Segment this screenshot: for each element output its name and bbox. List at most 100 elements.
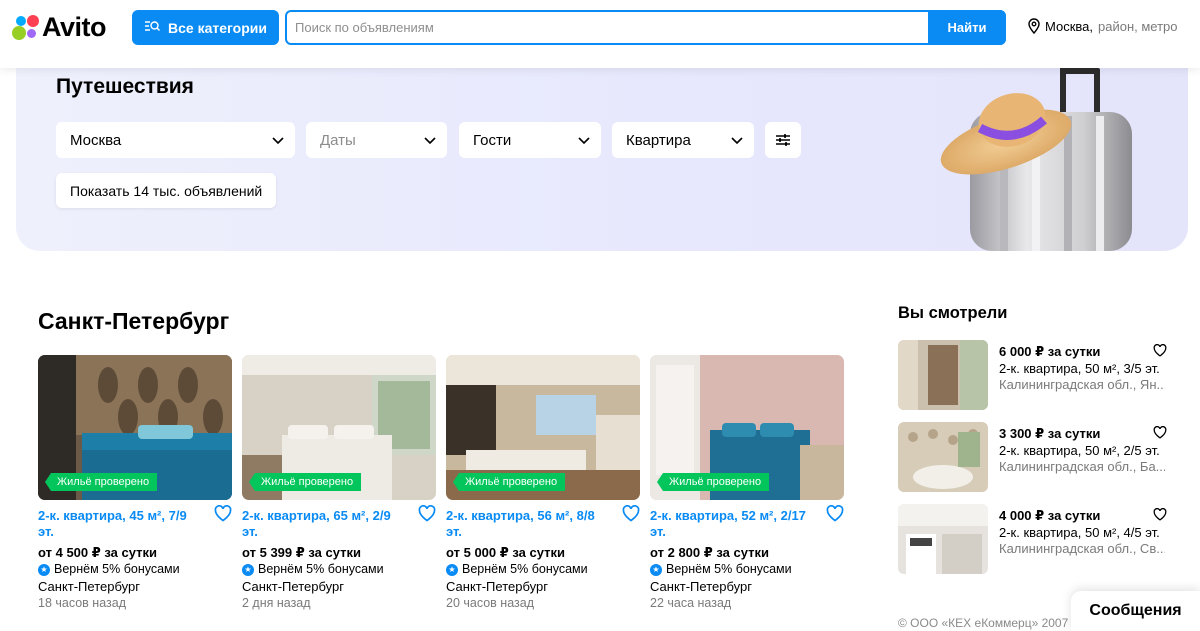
listing-city: Санкт-Петербург — [38, 579, 140, 594]
city-filter[interactable]: Москва — [56, 122, 295, 158]
recent-desc: 2-к. квартира, 50 м², 4/5 эт. — [999, 525, 1160, 540]
bonus-icon: ★ — [650, 563, 662, 576]
recent-thumb[interactable] — [898, 340, 988, 410]
listing-photo[interactable]: Жильё проверено — [38, 355, 232, 500]
listing-city: Санкт-Петербург — [446, 579, 548, 594]
listing-title[interactable]: 2-к. квартира, 45 м², 7/9 эт. — [38, 508, 198, 540]
listing-card[interactable]: Жильё проверено 2-к. квартира, 45 м², 7/… — [38, 355, 232, 612]
listing-card[interactable]: Жильё проверено 2-к. квартира, 52 м², 2/… — [650, 355, 844, 612]
recent-address: Калининградская обл., Ян... — [999, 377, 1165, 392]
listing-time: 22 часа назад — [650, 596, 732, 610]
header: Avito Все категории Найти Москва, район,… — [0, 0, 1200, 68]
suitcase-hat-illustration — [940, 68, 1132, 251]
verified-badge: Жильё проверено — [249, 473, 362, 491]
recent-address: Калининградская обл., Св... — [999, 541, 1165, 556]
recent-thumb[interactable] — [898, 422, 988, 492]
bonus-icon: ★ — [446, 563, 458, 576]
listing-title[interactable]: 2-к. квартира, 52 м², 2/17 эт. — [650, 508, 810, 540]
chevron-down-icon — [731, 137, 743, 145]
bonus-text: Вернём 5% бонусами — [666, 562, 792, 576]
bonus-icon: ★ — [242, 563, 254, 576]
logo-text: Avito — [42, 12, 107, 42]
listing-time: 18 часов назад — [38, 596, 126, 610]
favorite-heart-icon[interactable] — [214, 505, 232, 522]
all-categories-button[interactable]: Все категории — [132, 10, 279, 45]
bonus-icon: ★ — [38, 563, 50, 576]
listing-photo[interactable]: Жильё проверено — [242, 355, 436, 500]
banner-title: Путешествия — [56, 75, 194, 98]
search-button[interactable]: Найти — [928, 10, 1006, 45]
listing-price: от 5 000 ₽ за сутки — [446, 545, 566, 560]
recent-desc: 2-к. квартира, 50 м², 2/5 эт. — [999, 443, 1160, 458]
chevron-down-icon — [424, 137, 436, 145]
listing-card[interactable]: Жильё проверено 2-к. квартира, 65 м², 2/… — [242, 355, 436, 612]
show-listings-button[interactable]: Показать 14 тыс. объявлений — [56, 173, 277, 208]
favorite-heart-icon[interactable] — [418, 505, 436, 522]
listing-price: от 2 800 ₽ за сутки — [650, 545, 770, 560]
travel-banner: Путешествия Москва Даты Гости Квартира П… — [16, 50, 1188, 251]
favorite-heart-icon[interactable] — [1153, 426, 1167, 439]
listing-time: 20 часов назад — [446, 596, 534, 610]
recently-viewed-title: Вы смотрели — [898, 304, 1008, 322]
all-categories-label: Все категории — [168, 19, 267, 36]
location-city: Москва, — [1045, 18, 1093, 34]
recent-price: 3 300 ₽ за сутки — [999, 426, 1101, 441]
search-input[interactable] — [295, 12, 925, 43]
guests-filter[interactable]: Гости — [459, 122, 601, 158]
city-filter-value: Москва — [70, 131, 122, 149]
chevron-down-icon — [578, 137, 590, 145]
verified-badge: Жильё проверено — [657, 473, 770, 491]
messages-button[interactable]: Сообщения — [1071, 591, 1200, 631]
listing-photo[interactable]: Жильё проверено — [446, 355, 640, 500]
guests-filter-value: Гости — [473, 131, 512, 149]
property-type-value: Квартира — [626, 131, 691, 149]
room-thumb-image — [898, 422, 988, 492]
listing-time: 2 дня назад — [242, 596, 311, 610]
recent-desc: 2-к. квартира, 50 м², 3/5 эт. — [999, 361, 1160, 376]
recent-price: 6 000 ₽ за сутки — [999, 344, 1101, 359]
bonus-row: ★ Вернём 5% бонусами — [38, 561, 232, 578]
listing-price: от 5 399 ₽ за сутки — [242, 545, 362, 560]
listing-city: Санкт-Петербург — [242, 579, 344, 594]
listing-city: Санкт-Петербург — [650, 579, 752, 594]
dates-filter-placeholder: Даты — [320, 131, 356, 149]
section-title: Санкт-Петербург — [38, 308, 230, 334]
search-bar: Найти — [285, 10, 1006, 45]
sliders-icon — [776, 134, 790, 146]
footer-copyright: © ООО «КЕХ еКоммерц» 2007 — [898, 616, 1069, 630]
listing-photo[interactable]: Жильё проверено — [650, 355, 844, 500]
chevron-down-icon — [272, 137, 284, 145]
verified-badge: Жильё проверено — [45, 473, 158, 491]
avito-logo[interactable]: Avito — [10, 12, 107, 43]
bonus-text: Вернём 5% бонусами — [462, 562, 588, 576]
kitchen-thumb-image — [898, 504, 988, 574]
categories-search-icon — [144, 20, 160, 35]
listing-title[interactable]: 2-к. квартира, 65 м², 2/9 эт. — [242, 508, 402, 540]
listing-card[interactable]: Жильё проверено 2-к. квартира, 56 м², 8/… — [446, 355, 640, 612]
favorite-heart-icon[interactable] — [826, 505, 844, 522]
more-filters-button[interactable] — [765, 122, 801, 158]
recent-item[interactable]: 4 000 ₽ за сутки 2-к. квартира, 50 м², 4… — [898, 504, 1168, 574]
verified-badge: Жильё проверено — [453, 473, 566, 491]
recent-item[interactable]: 3 300 ₽ за сутки 2-к. квартира, 50 м², 2… — [898, 422, 1168, 492]
property-type-filter[interactable]: Квартира — [612, 122, 754, 158]
location-rest: район, метро — [1098, 18, 1178, 34]
favorite-heart-icon[interactable] — [1153, 508, 1167, 521]
favorite-heart-icon[interactable] — [1153, 344, 1167, 357]
dates-filter[interactable]: Даты — [306, 122, 447, 158]
recent-item[interactable]: 6 000 ₽ за сутки 2-к. квартира, 50 м², 3… — [898, 340, 1168, 410]
bonus-text: Вернём 5% бонусами — [54, 562, 180, 576]
listing-price: от 4 500 ₽ за сутки — [38, 545, 158, 560]
location-selector[interactable]: Москва, район, метро — [1028, 18, 1178, 34]
favorite-heart-icon[interactable] — [622, 505, 640, 522]
room-thumb-image — [898, 340, 988, 410]
recent-thumb[interactable] — [898, 504, 988, 574]
bonus-row: ★ Вернём 5% бонусами — [446, 561, 640, 578]
recent-price: 4 000 ₽ за сутки — [999, 508, 1101, 523]
logo-dots-icon — [10, 14, 40, 42]
bonus-row: ★ Вернём 5% бонусами — [650, 561, 844, 578]
listing-title[interactable]: 2-к. квартира, 56 м², 8/8 эт. — [446, 508, 606, 540]
location-pin-icon — [1028, 18, 1040, 34]
bonus-row: ★ Вернём 5% бонусами — [242, 561, 436, 578]
recent-address: Калининградская обл., Ба... — [999, 459, 1165, 474]
